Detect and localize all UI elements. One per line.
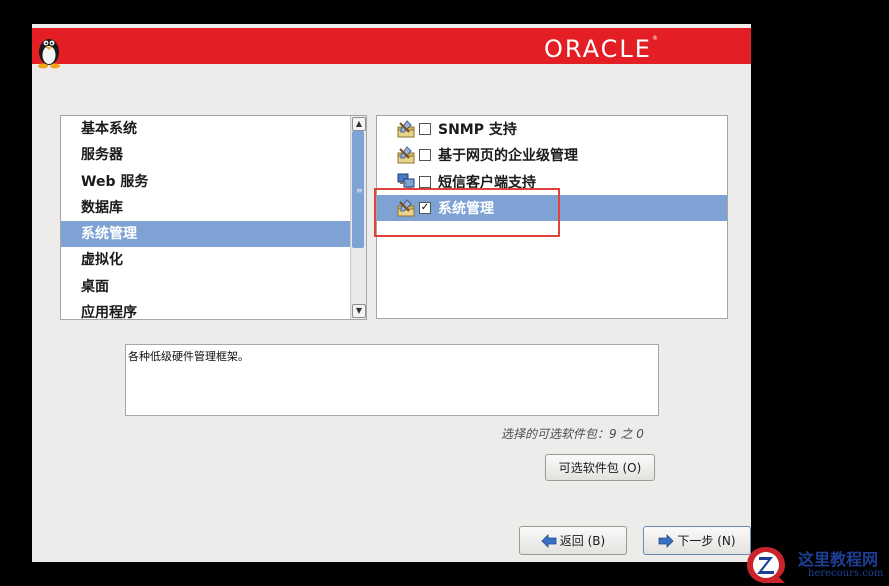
watermark-logo-icon xyxy=(747,547,785,583)
package-checkbox[interactable] xyxy=(419,175,431,188)
installer-window: ORACLE® 基本系统 服务器 Web 服务 数据库 系统管理 虚拟化 桌面 应用程序 ▲ … xyxy=(32,24,751,562)
category-item[interactable]: 虚拟化 xyxy=(61,247,350,273)
category-item[interactable]: Web 服务 xyxy=(61,169,350,195)
optional-packages-button[interactable]: 可选软件包 (O) xyxy=(545,454,655,481)
category-item[interactable]: 服务器 xyxy=(61,142,350,168)
package-label: SNMP 支持 xyxy=(438,122,517,139)
category-item[interactable]: 基本系统 xyxy=(61,116,350,142)
package-item[interactable]: SNMP 支持 xyxy=(377,116,727,142)
category-item[interactable]: 应用程序 xyxy=(61,300,350,319)
category-items: 基本系统 服务器 Web 服务 数据库 系统管理 虚拟化 桌面 应用程序 xyxy=(61,116,350,319)
category-scrollbar[interactable]: ▲ ≡ ▼ xyxy=(350,116,366,319)
arrow-right-icon xyxy=(659,533,674,548)
optional-package-count: 选择的可选软件包：9 之 0 xyxy=(501,427,644,441)
header-banner: ORACLE® xyxy=(32,28,751,69)
tux-penguin-icon xyxy=(38,39,60,69)
highlight-annotation-box xyxy=(374,188,560,237)
category-item[interactable]: 系统管理 xyxy=(61,221,350,248)
scroll-down-button[interactable]: ▼ xyxy=(352,304,366,318)
category-list: 基本系统 服务器 Web 服务 数据库 系统管理 虚拟化 桌面 应用程序 ▲ ≡ ▼ xyxy=(60,115,367,320)
package-description: 各种低级硬件管理框架。 xyxy=(125,344,659,416)
watermark-url: herecours.com xyxy=(808,568,884,579)
next-button[interactable]: 下一步 (N) xyxy=(643,526,751,555)
package-tools-icon xyxy=(397,146,415,164)
back-button[interactable]: 返回 (B) xyxy=(519,526,627,555)
next-label: 下一步 (N) xyxy=(677,534,736,548)
site-watermark: 这里教程网 herecours.com xyxy=(744,543,889,586)
package-item[interactable]: 基于网页的企业级管理 xyxy=(377,142,727,168)
back-label: 返回 (B) xyxy=(559,534,606,548)
package-label: 基于网页的企业级管理 xyxy=(438,148,578,165)
package-checkbox[interactable] xyxy=(419,149,431,162)
scroll-up-button[interactable]: ▲ xyxy=(352,117,366,131)
package-tools-icon xyxy=(397,120,415,138)
category-item[interactable]: 桌面 xyxy=(61,274,350,300)
category-item[interactable]: 数据库 xyxy=(61,195,350,221)
oracle-logo: ORACLE® xyxy=(544,35,658,63)
scroll-thumb[interactable]: ≡ xyxy=(352,131,364,248)
optional-packages-label: 可选软件包 (O) xyxy=(558,461,642,475)
arrow-left-icon xyxy=(541,533,557,548)
package-checkbox[interactable] xyxy=(419,123,431,136)
watermark-title: 这里教程网 xyxy=(798,550,879,569)
